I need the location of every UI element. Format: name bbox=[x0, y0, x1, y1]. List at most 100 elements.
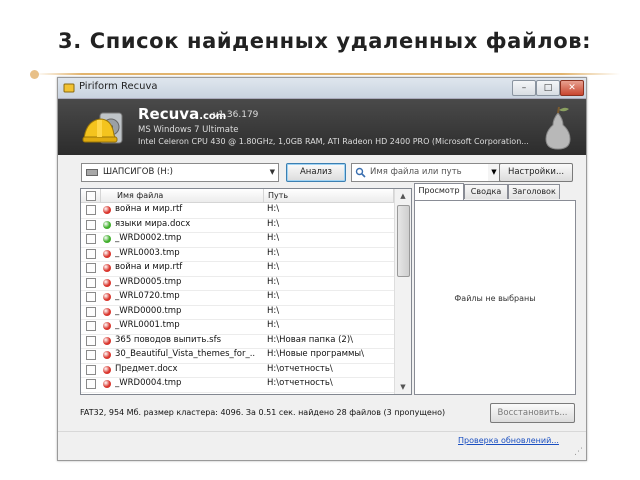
scroll-up-arrow-icon[interactable]: ▲ bbox=[395, 189, 411, 203]
recovery-state-icon bbox=[103, 235, 111, 243]
search-placeholder: Имя файла или путь bbox=[370, 167, 462, 177]
recovery-state-icon bbox=[103, 322, 111, 330]
row-checkbox[interactable] bbox=[86, 364, 96, 375]
row-checkbox[interactable] bbox=[86, 292, 96, 302]
table-row[interactable]: война и мир.rtf H:\ bbox=[81, 203, 394, 219]
decorative-line bbox=[35, 73, 620, 75]
app-header: Recuva.com v1.36.179 MS Windows 7 Ultima… bbox=[58, 99, 586, 155]
file-path: H:\ bbox=[267, 204, 280, 214]
recuva-window: Piriform Recuva – □ ✕ Recuva.com v1.36.1… bbox=[57, 77, 587, 461]
tab-summary[interactable]: Сводка bbox=[464, 184, 508, 199]
row-checkbox[interactable] bbox=[86, 263, 96, 273]
row-checkbox[interactable] bbox=[86, 350, 96, 360]
table-row[interactable]: _WRL0001.tmp H:\ bbox=[81, 319, 394, 335]
resize-grip-icon[interactable]: ⋰ bbox=[574, 447, 583, 457]
row-checkbox[interactable] bbox=[86, 306, 96, 317]
select-all-checkbox[interactable] bbox=[86, 191, 96, 201]
analyze-button[interactable]: Анализ bbox=[286, 163, 346, 182]
column-header-filename[interactable]: Имя файла bbox=[101, 189, 264, 203]
table-row[interactable]: война и мир.rtf H:\ bbox=[81, 261, 394, 277]
recovery-state-icon bbox=[103, 336, 111, 345]
divider bbox=[58, 431, 586, 432]
row-checkbox[interactable] bbox=[86, 219, 96, 230]
vertical-scrollbar[interactable]: ▲ ▼ bbox=[394, 189, 411, 394]
row-checkbox[interactable] bbox=[86, 335, 96, 346]
table-row[interactable]: _WRD0002.tmp H:\ bbox=[81, 232, 394, 248]
file-name: _WRD0004.tmp bbox=[115, 378, 182, 388]
preview-panel: Файлы не выбраны bbox=[414, 200, 576, 395]
recover-button[interactable]: Восстановить... bbox=[490, 403, 575, 423]
drive-select-value: ШАПСИГОВ (H:) bbox=[103, 167, 173, 177]
file-name: 365 поводов выпить.sfs bbox=[115, 334, 221, 345]
status-text: FAT32, 954 Мб. размер кластера: 4096. За… bbox=[80, 408, 446, 417]
file-path: H:\ bbox=[267, 320, 280, 330]
recovery-state-icon bbox=[103, 206, 111, 214]
file-name: _WRL0720.tmp bbox=[115, 291, 180, 301]
file-name: 30_Beautiful_Vista_themes_for_... bbox=[115, 349, 255, 359]
window-title: Piriform Recuva bbox=[79, 81, 158, 92]
file-path: H:\ bbox=[267, 247, 280, 258]
maximize-button[interactable]: □ bbox=[536, 80, 560, 96]
table-row[interactable]: 30_Beautiful_Vista_themes_for_... H:\Новы… bbox=[81, 348, 394, 364]
recuva-helmet-logo-icon bbox=[82, 112, 123, 144]
recovery-state-icon bbox=[103, 365, 111, 374]
row-checkbox[interactable] bbox=[86, 321, 96, 331]
recovery-state-icon bbox=[103, 380, 111, 388]
preview-tabs: Просмотр Сводка Заголовок bbox=[414, 183, 574, 200]
row-checkbox[interactable] bbox=[86, 277, 96, 288]
file-name: _WRD0002.tmp bbox=[115, 233, 182, 243]
options-button[interactable]: Настройки... bbox=[499, 163, 573, 182]
close-button[interactable]: ✕ bbox=[560, 80, 584, 96]
preview-message: Файлы не выбраны bbox=[454, 294, 536, 303]
file-name: Предмет.docx bbox=[115, 363, 178, 374]
table-row[interactable]: _WRD0005.tmp H:\ bbox=[81, 276, 394, 291]
row-checkbox[interactable] bbox=[86, 234, 96, 244]
search-input[interactable]: Имя файла или путь bbox=[351, 163, 491, 182]
recovery-state-icon bbox=[103, 278, 111, 287]
tab-preview[interactable]: Просмотр bbox=[414, 183, 464, 200]
column-header-path[interactable]: Путь bbox=[264, 189, 394, 203]
recovery-state-icon bbox=[103, 293, 111, 301]
recovery-state-icon bbox=[103, 249, 111, 258]
search-icon bbox=[355, 167, 366, 178]
table-row[interactable]: языки мира.docx H:\ bbox=[81, 218, 394, 233]
table-row[interactable]: _WRD0004.tmp H:\отчетность\ bbox=[81, 377, 394, 393]
check-updates-link[interactable]: Проверка обновлений... bbox=[458, 436, 559, 445]
recovery-state-icon bbox=[103, 264, 111, 272]
file-name: _WRD0000.tmp bbox=[115, 305, 182, 316]
scrollbar-thumb[interactable] bbox=[397, 205, 410, 277]
scroll-down-arrow-icon[interactable]: ▼ bbox=[395, 380, 411, 394]
file-name: _WRD0005.tmp bbox=[115, 276, 182, 287]
app-version: v1.36.179 bbox=[213, 110, 259, 120]
table-row[interactable]: _WRD0000.tmp H:\ bbox=[81, 305, 394, 320]
file-path: H:\ bbox=[267, 305, 280, 316]
os-info: MS Windows 7 Ultimate bbox=[138, 125, 239, 135]
table-row[interactable]: _WRL0720.tmp H:\ bbox=[81, 290, 394, 306]
row-checkbox[interactable] bbox=[86, 248, 96, 259]
piriform-pear-icon bbox=[545, 106, 571, 150]
file-name: война и мир.rtf bbox=[115, 262, 183, 272]
file-path: H:\отчетность\ bbox=[267, 378, 333, 388]
table-row[interactable]: Предмет.docx H:\отчетность\ bbox=[81, 363, 394, 378]
table-row[interactable]: _WRL0003.tmp H:\ bbox=[81, 247, 394, 262]
select-all-header[interactable] bbox=[81, 189, 101, 203]
row-checkbox[interactable] bbox=[86, 205, 96, 215]
minimize-button[interactable]: – bbox=[512, 80, 536, 96]
table-row[interactable]: 365 поводов выпить.sfs H:\Новая папка (2)… bbox=[81, 334, 394, 349]
recovery-state-icon bbox=[103, 307, 111, 316]
window-titlebar[interactable]: Piriform Recuva – □ ✕ bbox=[58, 78, 586, 99]
row-checkbox[interactable] bbox=[86, 379, 96, 389]
file-name: _WRL0001.tmp bbox=[115, 320, 180, 330]
file-path: H:\Новая папка (2)\ bbox=[267, 334, 354, 345]
file-name: языки мира.docx bbox=[115, 218, 191, 229]
tab-header[interactable]: Заголовок bbox=[508, 184, 560, 199]
file-path: H:\ bbox=[267, 291, 280, 301]
slide-title: 3. Список найденных удаленных файлов: bbox=[58, 29, 592, 53]
file-path: H:\ bbox=[267, 233, 280, 243]
drive-select[interactable]: ШАПСИГОВ (H:) ▼ bbox=[81, 163, 279, 182]
drive-icon bbox=[86, 169, 98, 176]
recovery-state-icon bbox=[103, 351, 111, 359]
file-list: Имя файла Путь война и мир.rtf H:\ языки м… bbox=[80, 188, 412, 395]
file-name: война и мир.rtf bbox=[115, 204, 183, 214]
recuva-app-icon bbox=[63, 83, 75, 93]
